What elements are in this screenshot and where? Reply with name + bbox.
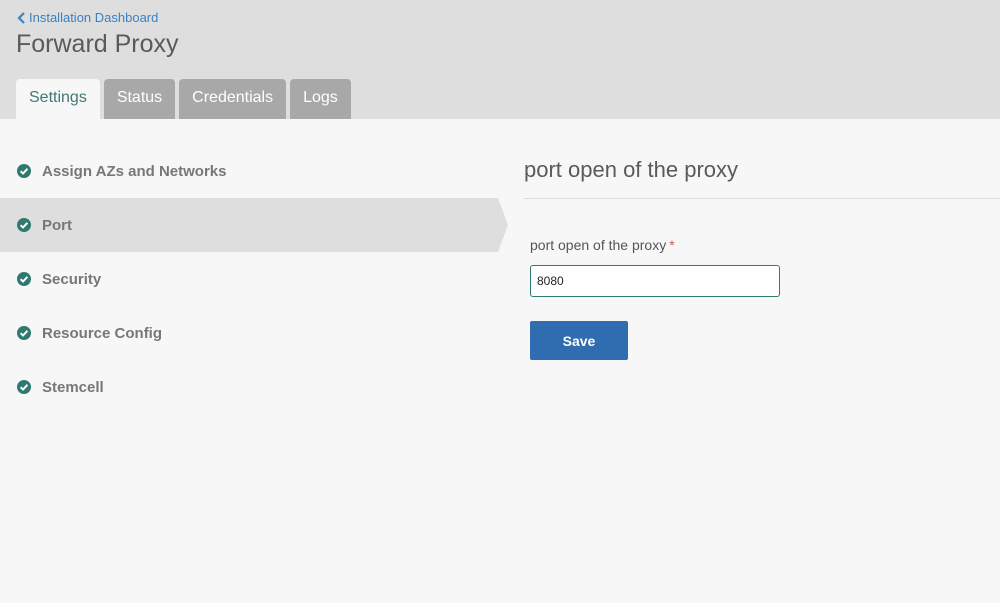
required-marker: * [669, 237, 675, 253]
sidebar-item-security[interactable]: Security [0, 252, 498, 306]
tab-logs[interactable]: Logs [290, 79, 351, 119]
sidebar-item-label: Stemcell [42, 378, 104, 396]
tab-settings[interactable]: Settings [16, 79, 100, 119]
sidebar-item-resource-config[interactable]: Resource Config [0, 306, 498, 360]
port-field-label: port open of the proxy * [530, 237, 675, 253]
tab-bar: Settings Status Credentials Logs [16, 79, 355, 119]
check-circle-icon [17, 380, 31, 394]
sidebar-item-label: Assign AZs and Networks [42, 162, 227, 180]
check-circle-icon [17, 164, 31, 178]
sidebar-item-label: Security [42, 270, 102, 288]
section-title: port open of the proxy [524, 157, 739, 182]
back-link[interactable]: Installation Dashboard [17, 10, 158, 25]
port-input[interactable] [530, 265, 780, 297]
sidebar-item-label: Port [42, 216, 72, 234]
tab-status[interactable]: Status [103, 79, 176, 119]
section-divider [524, 198, 1000, 199]
page-title: Forward Proxy [16, 30, 179, 58]
page-header: Installation Dashboard Forward Proxy Set… [0, 0, 1000, 119]
sidebar-item-assign-azs[interactable]: Assign AZs and Networks [0, 144, 498, 198]
tab-credentials[interactable]: Credentials [179, 79, 287, 119]
check-circle-icon [17, 218, 31, 232]
sidebar-item-port[interactable]: Port [0, 198, 508, 252]
sidebar-item-label: Resource Config [42, 324, 163, 342]
check-circle-icon [17, 326, 31, 340]
check-circle-icon [17, 272, 31, 286]
sidebar-item-stemcell[interactable]: Stemcell [0, 360, 498, 414]
save-button[interactable]: Save [530, 321, 628, 360]
chevron-left-icon [17, 11, 25, 24]
port-field-label-text: port open of the proxy [530, 237, 667, 253]
back-link-label[interactable]: Installation Dashboard [29, 10, 158, 25]
settings-sidebar: Assign AZs and Networks Port Security Re… [0, 144, 508, 414]
